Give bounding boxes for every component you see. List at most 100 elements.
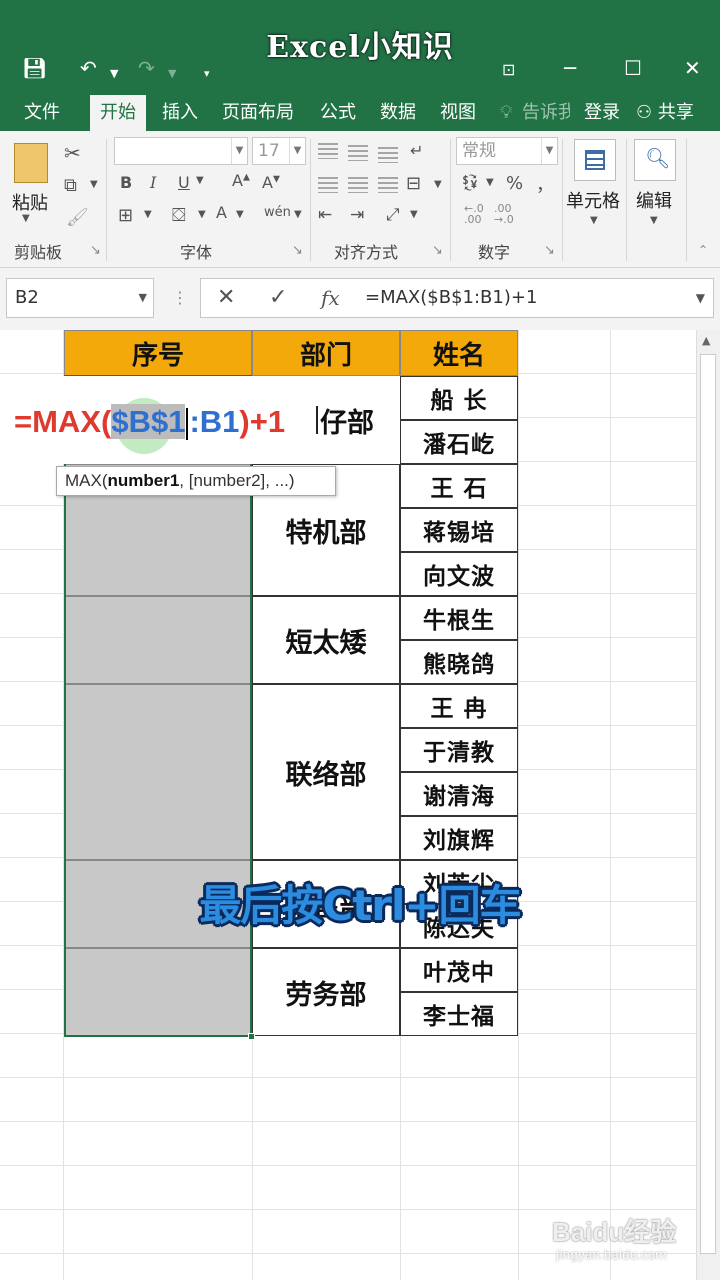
drag-handle-icon[interactable]: ⋮ <box>172 288 188 307</box>
expand-formula-bar-icon[interactable]: ▼ <box>696 279 705 317</box>
dept-cell[interactable]: 联络部 <box>252 684 400 860</box>
dept-cell-partial[interactable]: 仔部 <box>316 376 400 464</box>
underline-dropdown-icon[interactable]: ▼ <box>196 175 204 186</box>
header-cell-seq[interactable]: 序号 <box>64 330 252 376</box>
increase-indent-icon[interactable]: ⇥ <box>350 205 364 225</box>
percent-button[interactable]: % <box>506 173 523 194</box>
paste-clipboard-icon[interactable] <box>14 143 48 183</box>
header-cell-name[interactable]: 姓名 <box>400 330 518 376</box>
tab-file[interactable]: 文件 <box>24 95 60 131</box>
customize-quick-access-icon[interactable]: ▾ <box>204 62 210 86</box>
enter-button[interactable]: ✓ <box>269 285 287 311</box>
ribbon-display-options-icon[interactable]: ⊡ <box>502 58 515 82</box>
phonetic-button[interactable]: wén <box>264 205 291 220</box>
name-cell[interactable]: 叶茂中 <box>400 948 518 992</box>
insert-function-button[interactable]: fx <box>321 285 340 311</box>
seq-cell[interactable] <box>64 948 252 1036</box>
grow-font-button[interactable]: A▲ <box>232 171 250 190</box>
redo-icon[interactable]: ↷ <box>138 56 155 80</box>
name-cell[interactable]: 王 冉 <box>400 684 518 728</box>
close-button[interactable]: ✕ <box>684 56 701 80</box>
editing-button[interactable]: 编辑 <box>636 187 672 213</box>
font-color-dropdown-icon[interactable]: ▼ <box>236 209 244 220</box>
dept-cell[interactable]: 劳务部 <box>252 948 400 1036</box>
editing-icon[interactable]: 🔍︎ <box>634 139 676 181</box>
top-align-icon[interactable] <box>318 143 338 159</box>
cells-dropdown-icon[interactable]: ▼ <box>590 215 598 226</box>
alignment-launcher-icon[interactable]: ↘ <box>432 243 443 258</box>
align-right-icon[interactable] <box>378 177 398 193</box>
align-left-icon[interactable] <box>318 177 338 193</box>
in-cell-formula[interactable]: =MAX($B$1:B1)+1 <box>14 402 285 442</box>
tab-formulas[interactable]: 公式 <box>320 95 356 131</box>
name-cell[interactable]: 船 长 <box>400 376 518 420</box>
dept-cell[interactable]: 短太矮 <box>252 596 400 684</box>
name-cell[interactable]: 向文波 <box>400 552 518 596</box>
fill-handle[interactable] <box>248 1033 255 1040</box>
minimize-button[interactable]: ─ <box>564 56 576 80</box>
save-icon[interactable]: 💾︎ <box>22 56 47 80</box>
seq-cell[interactable] <box>64 596 252 684</box>
cells-icon[interactable] <box>574 139 616 181</box>
shrink-font-button[interactable]: A▼ <box>262 173 280 192</box>
maximize-button[interactable]: ☐ <box>624 56 642 80</box>
fill-dropdown-icon[interactable]: ▼ <box>198 209 206 220</box>
number-launcher-icon[interactable]: ↘ <box>544 243 555 258</box>
scroll-up-icon[interactable]: ▲ <box>702 334 710 347</box>
tab-page-layout[interactable]: 页面布局 <box>222 95 294 131</box>
name-cell[interactable]: 蒋锡培 <box>400 508 518 552</box>
decrease-indent-icon[interactable]: ⇤ <box>318 205 332 225</box>
formula-input-area[interactable]: ✕ ✓ fx =MAX($B$1:B1)+1 ▼ <box>200 278 714 318</box>
cancel-button[interactable]: ✕ <box>217 285 235 311</box>
name-cell[interactable]: 熊晓鸽 <box>400 640 518 684</box>
underline-button[interactable]: U <box>178 173 190 192</box>
cells-button[interactable]: 单元格 <box>566 187 620 213</box>
name-cell[interactable]: 王 石 <box>400 464 518 508</box>
name-cell[interactable]: 潘石屹 <box>400 420 518 464</box>
borders-icon[interactable]: ⊞ <box>118 205 133 226</box>
sign-in-link[interactable]: 登录 <box>584 95 620 131</box>
tab-data[interactable]: 数据 <box>380 95 416 131</box>
seq-cell[interactable] <box>64 684 252 860</box>
vertical-scrollbar[interactable]: ▲ <box>696 330 720 1280</box>
paste-dropdown-icon[interactable]: ▼ <box>22 213 30 224</box>
increase-decimal-icon[interactable]: ←.0.00 <box>464 203 484 225</box>
formula-input[interactable]: =MAX($B$1:B1)+1 <box>365 279 537 317</box>
format-painter-icon[interactable]: 🖌︎ <box>66 207 89 228</box>
name-box[interactable]: B2 ▼ <box>6 278 154 318</box>
undo-dropdown-icon[interactable]: ▼ <box>110 62 118 86</box>
comma-style-button[interactable]: ， <box>536 171 554 197</box>
accounting-dropdown-icon[interactable]: ▼ <box>486 177 494 188</box>
fill-color-icon[interactable]: ⛋ <box>172 205 186 226</box>
orientation-icon[interactable]: ⤢ <box>386 205 400 225</box>
name-cell[interactable]: 李士福 <box>400 992 518 1036</box>
tab-home[interactable]: 开始 <box>90 95 146 132</box>
copy-icon[interactable]: ⧉ <box>64 175 77 196</box>
bottom-align-icon[interactable] <box>378 147 398 163</box>
name-cell[interactable]: 牛根生 <box>400 596 518 640</box>
tab-view[interactable]: 视图 <box>440 95 476 131</box>
cut-icon[interactable]: ✂ <box>64 141 81 165</box>
font-size-combo[interactable]: 17 ▼ <box>252 137 306 165</box>
share-button[interactable]: ⚇ 共享 <box>636 95 694 131</box>
font-color-button[interactable]: A <box>216 203 227 222</box>
phonetic-dropdown-icon[interactable]: ▼ <box>294 209 302 220</box>
decrease-decimal-icon[interactable]: .00 →.0 <box>494 203 514 225</box>
function-tooltip[interactable]: MAX(number1, [number2], ...) <box>56 466 336 496</box>
editing-dropdown-icon[interactable]: ▼ <box>650 215 658 226</box>
accounting-format-icon[interactable]: 💱︎ <box>460 173 480 192</box>
number-format-combo[interactable]: 常规 ▼ <box>456 137 558 165</box>
clipboard-launcher-icon[interactable]: ↘ <box>90 243 101 258</box>
undo-icon[interactable]: ↶ <box>80 56 97 80</box>
borders-dropdown-icon[interactable]: ▼ <box>144 209 152 220</box>
redo-dropdown-icon[interactable]: ▼ <box>168 62 176 86</box>
orientation-dropdown-icon[interactable]: ▼ <box>410 209 418 220</box>
name-cell[interactable]: 谢清海 <box>400 772 518 816</box>
copy-dropdown-icon[interactable]: ▼ <box>90 179 98 190</box>
font-launcher-icon[interactable]: ↘ <box>292 243 303 258</box>
wrap-text-icon[interactable]: ↵ <box>410 141 423 160</box>
font-name-combo[interactable]: ▼ <box>114 137 248 165</box>
header-cell-dept[interactable]: 部门 <box>252 330 400 376</box>
middle-align-icon[interactable] <box>348 145 368 161</box>
merge-center-icon[interactable]: ⊟ <box>406 173 421 194</box>
